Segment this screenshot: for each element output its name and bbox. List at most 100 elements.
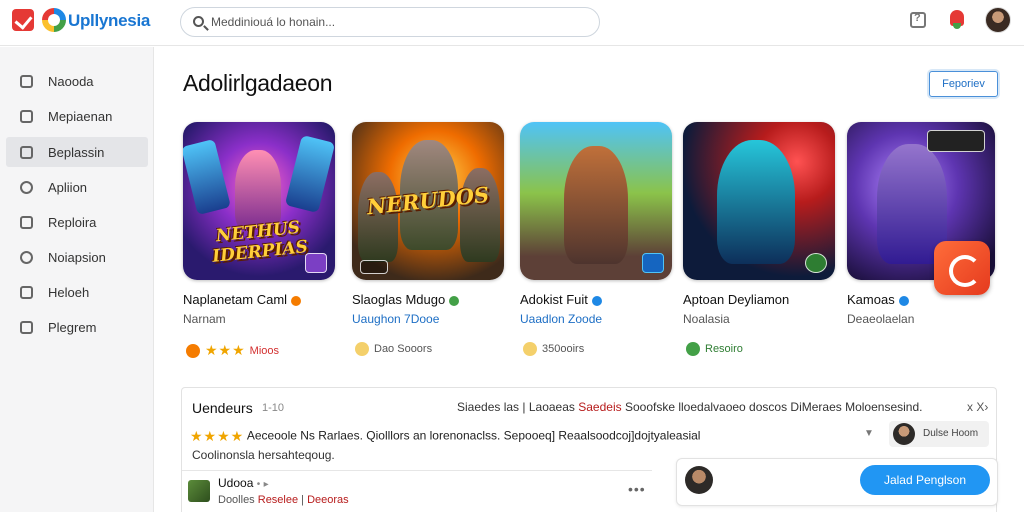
cube-icon — [20, 146, 33, 159]
reviews-filters[interactable]: Siaedes las | Laoaeas Saedeis Sooofske l… — [457, 400, 922, 414]
search-input[interactable] — [211, 13, 581, 31]
report-button[interactable]: Feporiev — [929, 71, 998, 97]
tower-left — [183, 138, 231, 216]
filter-option[interactable]: Laoaeas — [529, 400, 575, 414]
game-badge-icon — [642, 253, 664, 273]
reviewer-chip-label: Dulse Hoom — [923, 428, 979, 439]
page-title: Adolirlgadaeon — [183, 70, 333, 96]
coin-icon — [355, 342, 369, 356]
meta-label: 350ooirs — [542, 342, 585, 355]
filter-options[interactable]: Sooofske lloedalvaoeo doscos DiMeraes Mo… — [625, 400, 923, 414]
filter-option-active[interactable]: Saedeis — [578, 400, 621, 414]
floating-action-button[interactable] — [934, 241, 990, 295]
reviewer-name-text: Udooa — [218, 476, 254, 490]
sidebar: Naooda Mepiaenan Beplassin Apliion Replo… — [0, 47, 154, 512]
game-thumbnail[interactable]: NERUDOS — [352, 122, 504, 280]
lock-icon — [20, 286, 33, 299]
game-subtitle: Deaeolaelan — [847, 312, 915, 326]
game-title-text: Naplanetam Caml — [183, 292, 288, 307]
game-title-text: Slaoglas Mdugo — [352, 292, 446, 307]
game-thumbnail[interactable] — [520, 122, 672, 280]
game-subtitle: Uaughon 7Dooe — [352, 312, 440, 326]
app-logo-icon[interactable] — [12, 9, 34, 31]
verified-icon — [898, 295, 909, 306]
brand-name: Upllynesia — [68, 11, 151, 30]
tag-text: Doolles — [218, 494, 255, 506]
sidebar-item-label: Naooda — [48, 74, 94, 89]
game-badge-icon — [305, 253, 327, 273]
sidebar-item-3[interactable]: Beplassin — [6, 137, 148, 167]
search-icon — [20, 251, 33, 264]
game-title-text: Adokist Fuit — [520, 292, 588, 307]
search-bar[interactable] — [180, 7, 600, 37]
chevron-down-icon[interactable]: ▼ — [864, 428, 874, 439]
close-icon[interactable]: x X› — [967, 400, 988, 414]
game-meta: Dao Sooors — [355, 342, 432, 356]
reviewer-tags: Doolles Reselee | Deeoras — [218, 494, 349, 506]
help-icon[interactable] — [910, 12, 926, 28]
sidebar-item-1[interactable]: Naooda — [6, 66, 148, 96]
page-icon — [20, 321, 33, 334]
verified-icon — [591, 295, 602, 306]
tag-text-highlight[interactable]: Reselee — [258, 494, 298, 506]
verified-icon — [291, 295, 302, 306]
review-stars: ★★★★ — [190, 428, 245, 444]
sidebar-item-8[interactable]: Plegrem — [6, 312, 148, 342]
brand-logo-icon — [42, 8, 66, 32]
game-subtitle: Narnam — [183, 312, 226, 326]
filter-separator: | — [522, 400, 526, 414]
sidebar-item-5[interactable]: Reploira — [6, 207, 148, 237]
game-title-text: Kamoas — [847, 292, 895, 307]
meta-label: Dao Sooors — [374, 342, 433, 355]
check-icon — [686, 342, 700, 356]
game-title: Kamoas — [847, 292, 909, 307]
review-text-continued: Coolinonsla hersahteqoug. — [192, 448, 335, 462]
avatar — [188, 480, 210, 502]
filter-label: Siaedes las — [457, 400, 520, 414]
tag-text-highlight[interactable]: Deeoras — [307, 494, 349, 506]
sidebar-item-6[interactable]: Noiapsion — [6, 242, 148, 272]
sidebar-item-2[interactable]: Mepiaenan — [6, 101, 148, 131]
notification-icon[interactable] — [950, 10, 964, 29]
game-badge-icon — [927, 130, 985, 152]
character-figure — [235, 150, 281, 230]
review-body: Aeceoole Ns Rarlaes. Qiolllors an loreno… — [246, 428, 701, 443]
sidebar-item-label: Mepiaenan — [48, 109, 113, 124]
rating-stars: ★★★ — [205, 342, 246, 358]
separator-dot: • — [256, 479, 261, 490]
sidebar-item-label: Apliion — [48, 180, 88, 195]
top-bar: Upllynesia — [0, 0, 1024, 46]
sidebar-item-label: Beplassin — [48, 145, 105, 160]
game-thumbnail[interactable] — [683, 122, 835, 280]
avatar — [685, 466, 713, 494]
pin-icon — [20, 181, 33, 194]
game-badge-icon — [360, 260, 388, 274]
reviewer-chip[interactable]: Dulse Hoom — [889, 421, 989, 447]
meta-label: Mioos — [249, 344, 279, 357]
reply-button[interactable]: Jalad Penglson — [860, 465, 990, 495]
game-meta: ★★★ Mioos — [186, 342, 279, 359]
coin-icon — [186, 343, 200, 358]
coin-icon — [523, 342, 537, 356]
sidebar-item-7[interactable]: Heloeh — [6, 277, 148, 307]
search-icon — [193, 16, 204, 27]
tag-separator: | — [301, 494, 305, 506]
game-thumbnail[interactable]: NETHUS IDERPIAS — [183, 122, 335, 280]
user-avatar[interactable] — [985, 7, 1011, 33]
review-text: ★★★★ Aeceoole Ns Rarlaes. Qiolllors an l… — [190, 428, 700, 445]
game-title: Slaoglas Mdugo — [352, 292, 460, 307]
game-title-text: Aptoan Deyliamon — [683, 292, 790, 307]
sidebar-item-4[interactable]: Apliion — [6, 172, 148, 202]
game-subtitle: Uaadlon Zoode — [520, 312, 603, 326]
game-title: Aptoan Deyliamon — [683, 292, 789, 307]
game-subtitle: Noalasia — [683, 312, 730, 326]
sidebar-item-label: Plegrem — [48, 320, 97, 335]
tower-right — [284, 134, 335, 214]
reviews-title: Uendeurs — [192, 400, 253, 416]
sidebar-item-label: Noiapsion — [48, 250, 106, 265]
more-options-icon[interactable]: ••• — [628, 481, 646, 497]
sidebar-item-label: Heloeh — [48, 285, 90, 300]
reply-box: Jalad Penglson — [676, 458, 998, 506]
warrior-figure — [564, 146, 628, 264]
armored-figure — [717, 140, 795, 264]
